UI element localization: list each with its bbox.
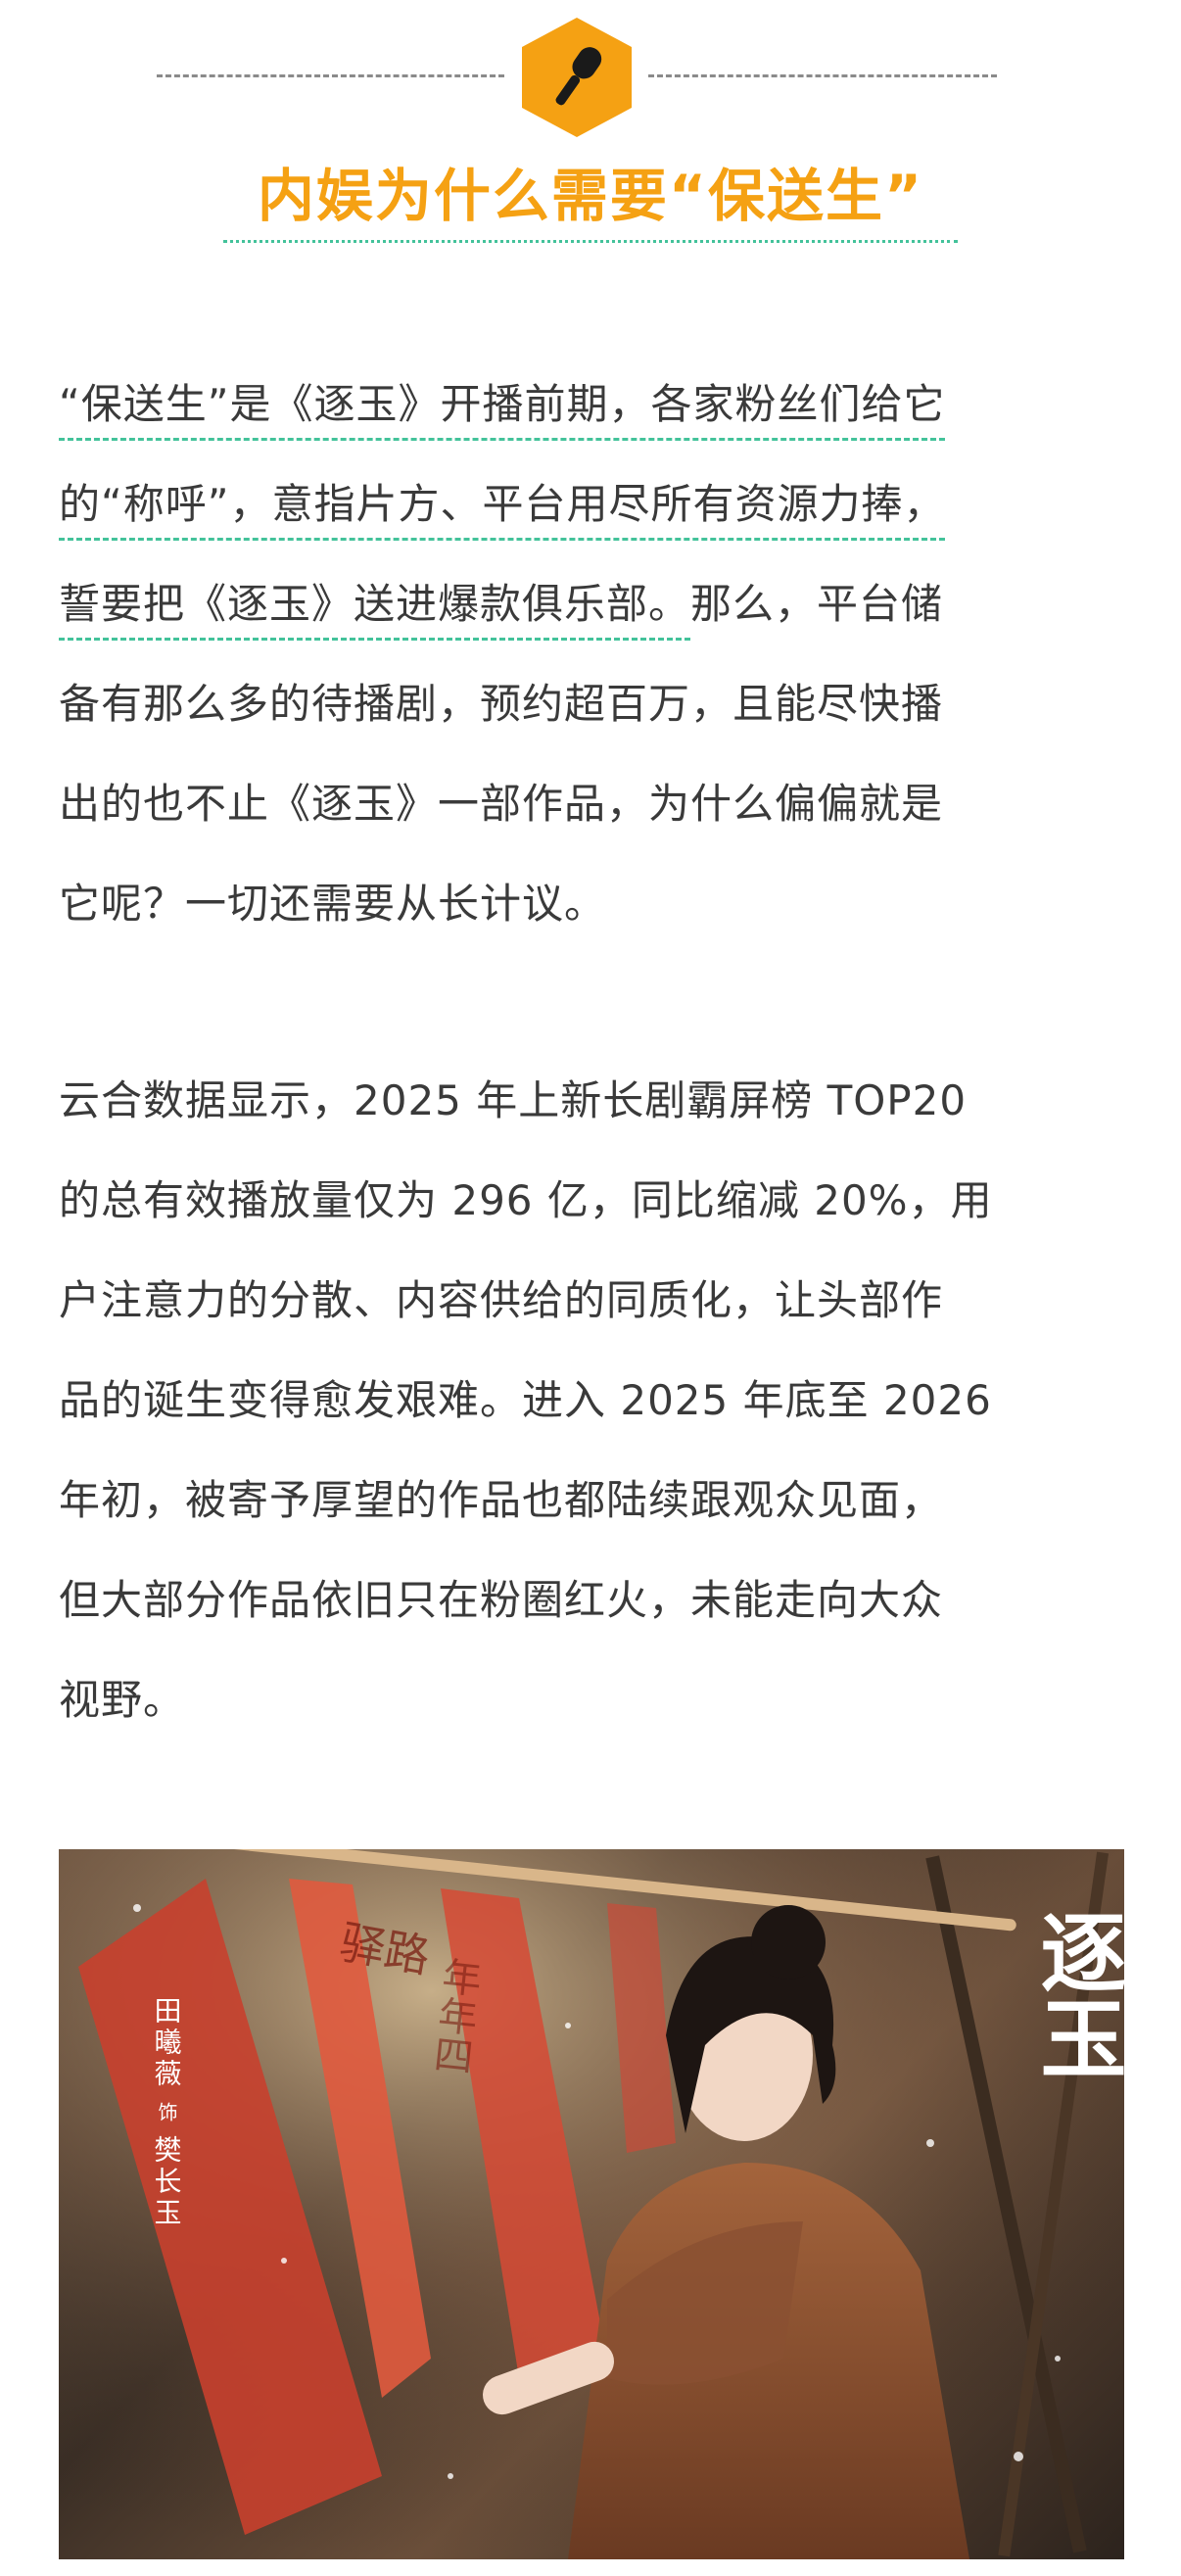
paragraph-line: 的“称呼”，意指片方、平台用尽所有资源力捧， [59,454,1126,554]
microphone-icon [522,18,632,137]
actor-name: 田曦薇 [151,1996,183,2090]
paragraph-intro: “保送生”是《逐玉》开播前期，各家粉丝们给它 的“称呼”，意指片方、平台用尽所有… [59,355,1126,954]
section-header: 内娱为什么需要“保送生” [0,0,1181,264]
paragraph-line: 备有那么多的待播剧，预约超百万，且能尽快播 [59,680,944,728]
paragraph-line: 视野。 [59,1676,186,1724]
paragraph-line: 户注意力的分散、内容供给的同质化，让头部作 [59,1276,944,1324]
header-divider-right [648,74,997,77]
paragraph-line: 它呢？一切还需要从长计议。 [59,880,607,928]
paragraph-line: 出的也不止《逐玉》一部作品，为什么偏偏就是 [59,780,944,828]
highlighted-text: 的“称呼”，意指片方、平台用尽所有资源力捧， [59,480,946,528]
header-divider-left [157,74,504,77]
paragraph-data: 云合数据显示，2025 年上新长剧霸屏榜 TOP20 的总有效播放量仅为 296… [59,1051,1126,1750]
paragraph-line: 品的诞生变得愈发艰难。进入 2025 年底至 2026 [59,1376,992,1424]
section-title: 内娱为什么需要“保送生” [257,163,924,229]
role-connector: 饰 [155,2102,178,2122]
highlighted-text: “保送生”是《逐玉》开播前期，各家粉丝们给它 [59,380,946,428]
paragraph-line: 但大部分作品依旧只在粉圈红火，未能走向大众 [59,1576,944,1624]
paragraph-line: 的总有效播放量仅为 296 亿，同比缩减 20%，用 [59,1176,993,1224]
highlighted-text: 誓要把《逐玉》送进爆款俱乐部。 [59,580,691,628]
paragraph-line: “保送生”是《逐玉》开播前期，各家粉丝们给它 [59,355,1126,454]
paragraph-text: 那么，平台储 [690,580,944,628]
role-name: 樊长玉 [151,2135,183,2229]
drama-still-illustration: 驿路 年年四 田曦薇 饰 樊长玉 逐玉 [59,1849,1124,2559]
show-logo: 逐玉 [1026,1908,1124,2080]
paragraph-line: 年初，被寄予厚望的作品也都陆续跟观众见面， [59,1476,944,1524]
title-underline [223,240,958,243]
paragraph-line: 云合数据显示，2025 年上新长剧霸屏榜 TOP20 [59,1076,968,1124]
drama-still-photo: 驿路 年年四 田曦薇 饰 樊长玉 逐玉 [59,1849,1124,2559]
paragraph-line: 誓要把《逐玉》送进爆款俱乐部。那么，平台储 [59,554,1126,654]
